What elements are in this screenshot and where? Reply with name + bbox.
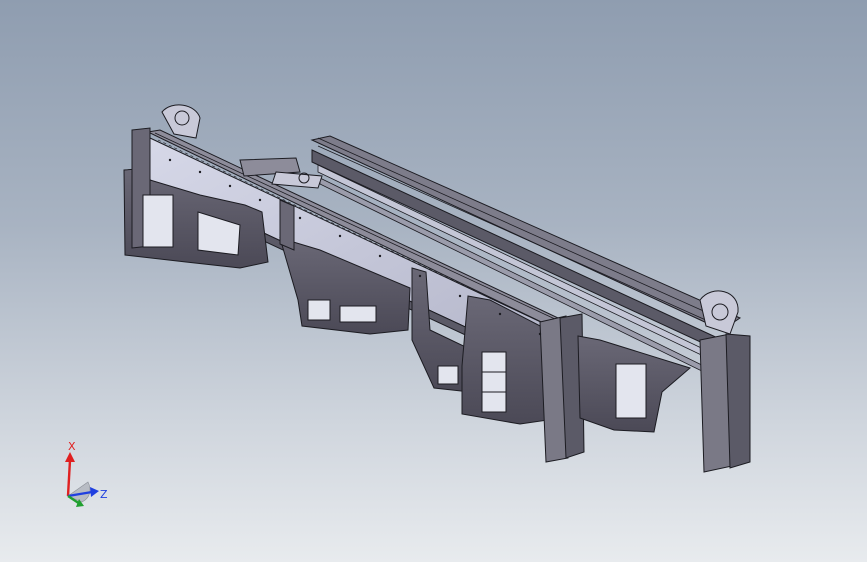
right-end-post	[699, 333, 751, 473]
right-support-frame	[577, 335, 692, 433]
triad-x-arrow	[65, 452, 75, 462]
triad-z-label: Z	[100, 488, 108, 501]
cad-model-gantry-assembly[interactable]	[0, 0, 867, 562]
triad-z-arrow	[90, 487, 99, 497]
graphics-viewport[interactable]: X Z	[0, 0, 867, 562]
orientation-triad: X Z	[65, 440, 108, 507]
triad-x-label: X	[68, 440, 76, 453]
main-beam-right-post	[539, 313, 585, 463]
carriage-linkage	[239, 157, 323, 189]
cable-chain-bend-right	[699, 290, 739, 335]
triad-x-axis	[66, 459, 72, 497]
cable-chain-bend-left	[161, 104, 201, 139]
